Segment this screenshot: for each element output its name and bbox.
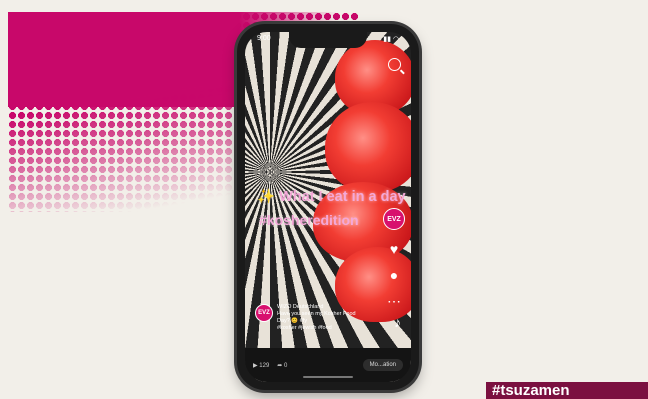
creator-avatar[interactable]: EVZ	[383, 208, 405, 230]
more-icon[interactable]: ⋯	[387, 294, 401, 308]
heart-icon[interactable]: ♥	[390, 242, 398, 256]
home-indicator	[303, 376, 353, 378]
phone-mockup: 9:00 ▮▮ ◠ ✨ What I eat in a day #koshere…	[237, 24, 419, 390]
video-screen[interactable]: 9:00 ▮▮ ◠ ✨ What I eat in a day #koshere…	[245, 32, 411, 382]
comment-avatar: EVZ	[255, 304, 273, 322]
caption-line2: #kosheredition	[259, 212, 359, 228]
caption-hashtag: #kosheredition	[259, 212, 359, 228]
comment-author: WIZO Deutschland	[277, 304, 324, 310]
sparkle-icon: ✨	[257, 189, 276, 205]
tiktok-logo-icon: ♪	[394, 314, 401, 330]
status-icons: ▮▮ ◠	[383, 36, 399, 43]
action-rail: EVZ ♥ ● ⋯	[383, 208, 405, 308]
comment-text: WIZO Deutschland Have you seen my Kosher…	[277, 304, 365, 332]
comment-tags: #kosher #jewish #food	[277, 325, 332, 331]
caption-text: What I eat in a day	[279, 189, 406, 205]
status-bar: 9:00 ▮▮ ◠	[257, 35, 399, 47]
caption-line1: ✨ What I eat in a day	[257, 188, 406, 205]
comment-icon[interactable]: ●	[390, 268, 398, 282]
hashtag-label: #tsuzamen	[486, 382, 648, 399]
comment-preview: EVZ WIZO Deutschland Have you seen my Ko…	[255, 304, 365, 332]
status-time: 9:00	[257, 35, 271, 42]
search-icon[interactable]	[388, 58, 401, 71]
more-info-button[interactable]: Mo...ation	[362, 359, 403, 371]
likes-count: ▶ 129	[253, 362, 270, 369]
shares-count: ➦ 0	[277, 362, 288, 369]
comment-body: Have you seen my Kosher Food Day? 😊 #fy	[277, 311, 356, 324]
